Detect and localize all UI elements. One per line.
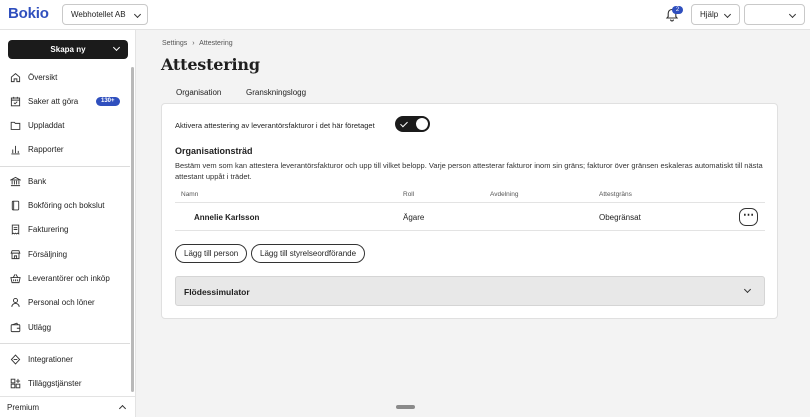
company-selector[interactable]: Webhotellet AB [62,4,148,25]
home-icon [10,73,21,83]
sidebar-item-integrationer[interactable]: Integrationer [0,351,130,369]
tab-label: Organisation [176,88,222,97]
premium-label: Premium [7,403,40,412]
person-icon [11,298,20,307]
chevron-down-icon [133,10,142,19]
row-more-options-button[interactable]: ⋯ [739,208,758,226]
bank-icon [10,176,21,187]
addons-icon [10,378,21,389]
add-person-button[interactable]: Lägg till person [175,244,248,263]
table-row: Annelie Karlsson Ägare Obegränsat ⋯ [175,204,765,231]
sidebar: Skapa ny Översikt Saker att göra 130+ Up… [0,30,136,417]
breadcrumb-current: Attestering [199,40,233,47]
book-icon [11,200,20,211]
tab-label: Granskningslogg [246,88,307,97]
sidebar-item-forsaljning[interactable]: Försäljning [0,246,130,264]
sidebar-item-uppladdat[interactable]: Uppladdat [0,117,130,135]
chevron-down-icon [112,43,121,52]
breadcrumb-separator: › [192,40,195,47]
column-header-name: Namn [181,191,199,198]
folder-icon [10,121,21,130]
bar-chart-icon [11,145,20,155]
person-name: Annelie Karlsson [194,213,260,222]
chevron-up-icon [118,404,127,413]
column-header-department: Avdelning [490,191,519,198]
sidebar-item-utlagg[interactable]: Utlägg [0,319,130,337]
sidebar-item-label: Översikt [28,73,58,82]
sidebar-item-fakturering[interactable]: Fakturering [0,221,130,239]
company-name: Webhotellet AB [71,10,126,19]
sidebar-item-personal[interactable]: Personal och löner [0,294,130,312]
help-label: Hjälp [700,10,719,19]
sidebar-item-label: Försäljning [28,250,68,259]
breadcrumb: Settings › Attestering [162,40,233,47]
sidebar-item-label: Tilläggstjänster [28,379,82,388]
sidebar-item-label: Uppladdat [28,121,65,130]
notification-badge: 2 [672,6,683,14]
sidebar-divider [0,166,130,167]
sidebar-item-bokforing[interactable]: Bokföring och bokslut [0,197,130,215]
breadcrumb-settings-link[interactable]: Settings [162,40,187,47]
wallet-icon [10,322,21,333]
org-tree-heading: Organisationsträd [175,146,253,156]
org-tree-description: Bestäm vem som kan attestera leverantörs… [175,161,763,181]
more-horizontal-icon: ⋯ [743,209,754,221]
toggle-knob [416,118,428,130]
integrations-icon [10,354,21,365]
store-icon [10,250,21,260]
add-board-chair-button[interactable]: Lägg till styrelseordförande [251,244,366,263]
page-title: Attestering [161,55,260,74]
tab-organisation[interactable]: Organisation [168,86,227,104]
sidebar-item-label: Personal och löner [28,298,95,307]
flow-simulator-accordion[interactable]: Flödessimulator [175,276,765,306]
help-menu[interactable]: Hjälp [691,4,740,25]
sidebar-item-label: Bokföring och bokslut [28,201,105,210]
sidebar-divider [0,343,130,344]
sidebar-item-rapporter[interactable]: Rapporter [0,141,130,159]
sidebar-item-label: Saker att göra [28,97,79,106]
flow-simulator-label: Flödessimulator [184,287,250,297]
premium-toggle[interactable]: Premium [0,396,136,417]
bokio-logo[interactable]: Bokio [8,5,49,22]
chevron-down-icon [723,10,732,19]
sidebar-item-label: Leverantörer och inköp [28,274,110,283]
drag-handle[interactable] [396,405,415,409]
sidebar-item-label: Utlägg [28,323,52,332]
todo-count-badge: 130+ [96,97,120,106]
top-bar: Bokio Webhotellet AB 2 Hjälp [0,0,810,30]
basket-icon [10,274,21,284]
sidebar-item-label: Integrationer [28,355,73,364]
sidebar-item-tillaggstjanster[interactable]: Tilläggstjänster [0,375,130,393]
create-new-label: Skapa ny [50,45,86,54]
chevron-down-icon [743,285,752,294]
checkmark-icon [400,119,408,128]
sidebar-item-leverantorer[interactable]: Leverantörer och inköp [0,270,130,288]
sidebar-item-bank[interactable]: Bank [0,173,130,191]
column-header-role: Roll [403,191,415,198]
sidebar-scrollbar[interactable] [131,67,134,392]
create-new-button[interactable]: Skapa ny [8,40,128,59]
chevron-down-icon [788,10,797,19]
column-header-limit: Attestgräns [599,191,632,198]
attestation-toggle-label: Aktivera attestering av leverantörsfaktu… [175,121,375,130]
sidebar-item-label: Fakturering [28,225,69,234]
attestation-toggle[interactable] [395,116,430,132]
calendar-check-icon [10,96,21,107]
attestation-settings-card: Aktivera attestering av leverantörsfaktu… [161,103,778,319]
user-menu[interactable] [744,4,805,25]
table-header-divider [175,202,765,203]
sidebar-item-label: Rapporter [28,145,64,154]
sidebar-item-label: Bank [28,177,47,186]
person-limit: Obegränsat [599,213,641,222]
sidebar-item-oversikt[interactable]: Översikt [0,69,130,87]
person-role: Ägare [403,213,425,222]
invoice-icon [11,224,20,235]
sidebar-item-saker-att-gora[interactable]: Saker att göra 130+ [0,93,130,111]
